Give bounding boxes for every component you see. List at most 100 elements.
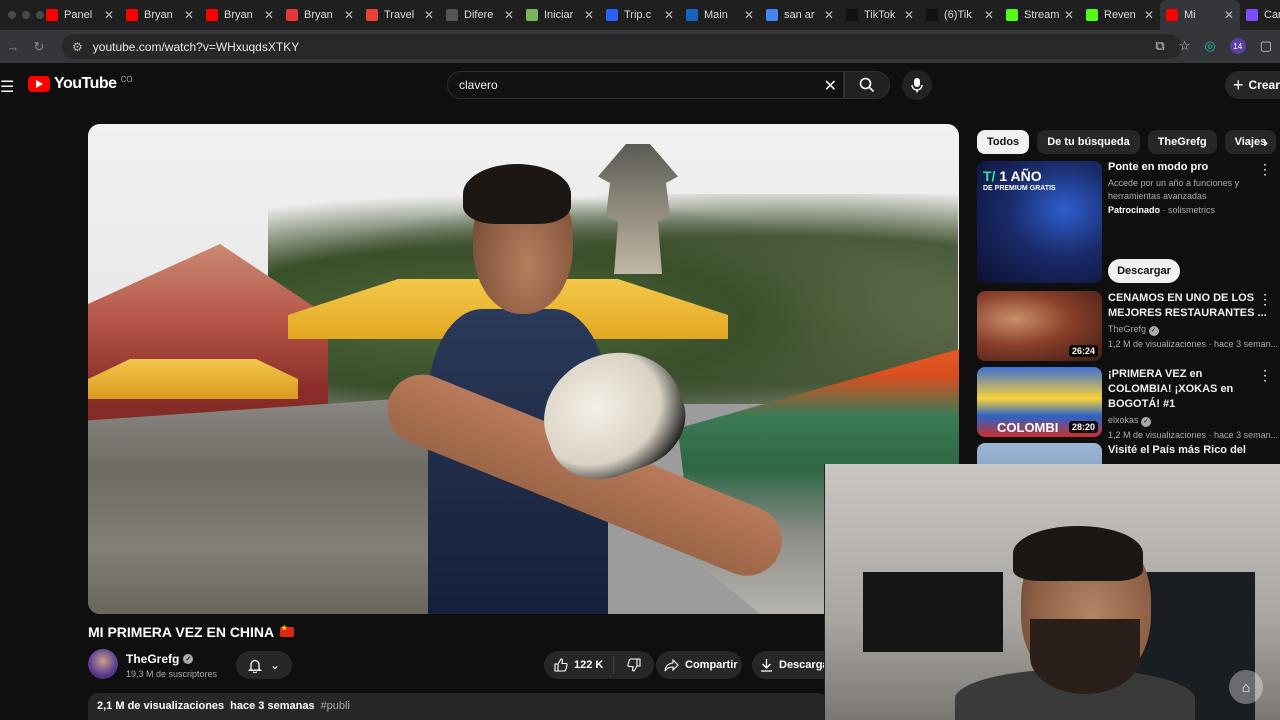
country-code: CO [120,74,133,84]
tab-title: Bryan [304,9,333,21]
close-tab-icon[interactable]: ✕ [584,8,594,22]
extension-badge[interactable]: 14 [1229,38,1246,54]
hashtag[interactable]: #publi [321,700,350,713]
close-tab-icon[interactable]: ✕ [984,8,994,22]
ad-download-button[interactable]: Descargar [1108,259,1180,283]
more-options-icon[interactable]: ⋮ [1258,367,1272,384]
recommendation-item[interactable]: 26:24 CENAMOS EN UNO DE LOS MEJORES REST… [977,291,1280,363]
recommendation-thumbnail[interactable]: 26:24 [977,291,1102,361]
notifications-button[interactable]: ⌄ [236,651,292,679]
video-title: MI PRIMERA VEZ EN CHINA [88,624,295,640]
browser-tab[interactable]: TikTok ✕ [840,0,920,30]
stream-logo-icon: ⌂ [1229,670,1263,704]
recommendation-title: Visité el País más Rico del [1108,444,1246,456]
thumbs-down-icon [627,658,641,672]
video-duration: 26:24 [1068,345,1098,357]
browser-tab[interactable]: Stream ✕ [1000,0,1080,30]
channel-name[interactable]: TheGrefg ✓ [126,652,194,666]
close-tab-icon[interactable]: ✕ [1224,8,1234,22]
close-window-icon[interactable] [8,11,16,19]
close-tab-icon[interactable]: ✕ [1144,8,1154,22]
verified-icon: ✓ [183,654,194,664]
filter-chip[interactable]: TheGrefg [1147,130,1217,154]
close-tab-icon[interactable]: ✕ [184,8,194,22]
menu-icon[interactable]: ☰ [0,77,14,97]
browser-tab[interactable]: Cam✕ [1240,0,1280,30]
like-button[interactable]: 122 K [544,656,614,674]
close-tab-icon[interactable]: ✕ [824,8,834,22]
browser-tab[interactable]: Travel ✕ [360,0,440,30]
site-settings-icon[interactable]: ⚙ [72,40,83,54]
bell-icon [247,659,262,673]
more-options-icon[interactable]: ⋮ [1258,291,1272,308]
tab-title: Mi [1184,9,1196,21]
voice-search-button[interactable] [902,70,932,100]
grammarly-icon[interactable]: ◎ [1204,38,1215,54]
browser-tab[interactable]: Panel ✕ [40,0,120,30]
browser-tab[interactable]: Mi ✕ [1160,0,1240,30]
recommendation-item[interactable]: COLOMBI 28:20 ¡PRIMERA VEZ en COLOMBIA! … [977,367,1280,442]
browser-tab[interactable]: Bryan ✕ [120,0,200,30]
close-tab-icon[interactable]: ✕ [1064,8,1074,22]
browser-tab[interactable]: san ar ✕ [760,0,840,30]
create-button[interactable]: + Crear [1225,71,1280,99]
recommendation-thumbnail[interactable]: COLOMBI 28:20 [977,367,1102,437]
youtube-icon [1166,9,1178,21]
create-label: Crear [1248,78,1280,92]
chip-list: Todos De tu búsqueda TheGrefg Viajes [977,130,1277,154]
reload-icon[interactable]: ↻ [26,39,52,55]
filter-chip[interactable]: Todos [977,130,1030,154]
minimize-window-icon[interactable] [22,11,30,19]
back-arrow-icon[interactable]: → [0,39,26,54]
bookmark-star-icon[interactable]: ☆ [1179,38,1191,54]
sponsored-label: Patrocinado [1108,205,1161,215]
close-tab-icon[interactable]: ✕ [664,8,674,22]
browser-tab[interactable]: (6)Tik ✕ [920,0,1000,30]
tab-title: Iniciar [544,9,574,21]
youtube-header: ☰ YouTube CO clavero ✕ + Crear [0,63,1280,108]
ad-thumbnail[interactable]: T/ 1 AÑO DE PREMIUM GRATIS [977,161,1102,283]
url-field[interactable]: ⚙ youtube.com/watch?v=WHxuqdsXTKY [62,34,1182,59]
tab-title: (6)Tik [944,9,972,21]
close-tab-icon[interactable]: ✕ [344,8,354,22]
browser-tab[interactable]: Trip.c ✕ [600,0,680,30]
filter-chip[interactable]: De tu búsqueda [1037,130,1140,154]
share-button[interactable]: Compartir [656,651,742,679]
tab-title: Difere [464,9,494,21]
search-input[interactable]: clavero ✕ [447,71,844,99]
close-tab-icon[interactable]: ✕ [904,8,914,22]
channel-avatar[interactable] [88,649,118,679]
tab-title: Panel [64,9,93,21]
browser-tab[interactable]: Main ✕ [680,0,760,30]
paw-icon [686,9,698,21]
clear-search-icon[interactable]: ✕ [824,76,837,96]
install-app-icon[interactable]: ⧉ [1155,38,1164,54]
close-tab-icon[interactable]: ✕ [264,8,274,22]
browser-tab[interactable]: Difere ✕ [440,0,520,30]
ad-sponsor-line: Patrocinado · solismetrics [1108,205,1216,215]
thumbnail-overlay-text: COLOMBI [997,420,1059,435]
browser-tab[interactable]: Bryan ✕ [200,0,280,30]
description-box[interactable]: 2,1 M de visualizaciones hace 3 semanas … [88,693,828,720]
sponsored-ad[interactable]: T/ 1 AÑO DE PREMIUM GRATIS Ponte en modo… [977,161,1280,286]
close-tab-icon[interactable]: ✕ [744,8,754,22]
youtube-logo[interactable]: YouTube CO [28,75,133,93]
browser-tab[interactable]: Reven ✕ [1080,0,1160,30]
recommendation-item[interactable]: Visité el País más Rico del [977,443,1280,464]
chevron-right-icon[interactable]: › [1263,134,1268,150]
close-tab-icon[interactable]: ✕ [424,8,434,22]
close-tab-icon[interactable]: ✕ [104,8,114,22]
browser-tab[interactable]: Iniciar ✕ [520,0,600,30]
recommendation-title: CENAMOS EN UNO DE LOS MEJORES RESTAURANT… [1108,292,1267,319]
more-options-icon[interactable]: ⋮ [1258,161,1272,178]
recommendation-channel: elxokas ✓ [1108,414,1268,427]
recommendation-thumbnail[interactable] [977,443,1102,464]
tab-title: Bryan [224,9,253,21]
filter-chip[interactable]: Viajes [1224,130,1277,154]
browser-tab[interactable]: Bryan ✕ [280,0,360,30]
extensions-icon[interactable]: ▢ [1260,38,1272,54]
dislike-button[interactable] [614,658,654,672]
close-tab-icon[interactable]: ✕ [504,8,514,22]
recommendation-info: ¡PRIMERA VEZ en COLOMBIA! ¡XOKAS en BOGO… [1108,367,1278,442]
search-button[interactable] [844,71,890,99]
